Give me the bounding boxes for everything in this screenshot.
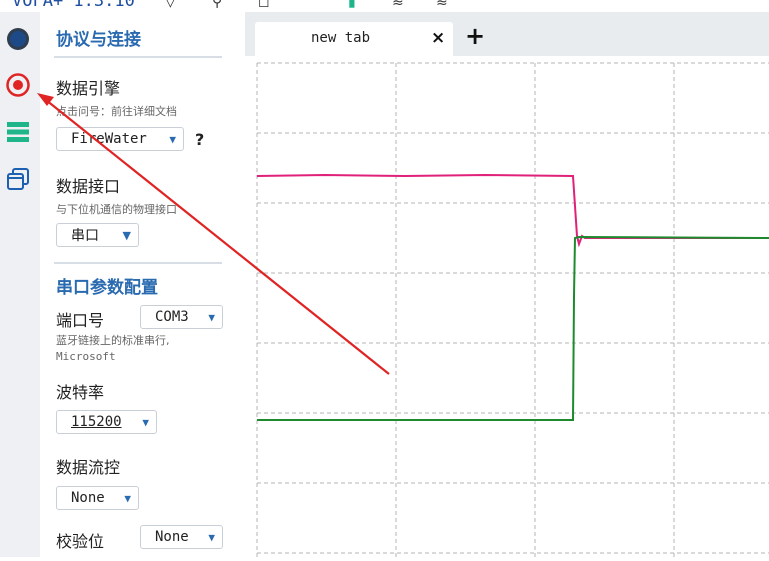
wrench-icon[interactable]: ⚲: [212, 0, 222, 10]
magenta-trace: [256, 173, 769, 248]
windows-button[interactable]: [3, 164, 33, 194]
engine-label: 数据引擎: [56, 79, 121, 98]
tab-bar: new tab × +: [245, 12, 769, 56]
add-tab-button[interactable]: +: [465, 24, 485, 48]
engine-select[interactable]: FireWater ▼: [56, 127, 184, 151]
flow-select[interactable]: None ▼: [56, 486, 139, 510]
list-icon: [7, 122, 29, 142]
divider: [54, 56, 222, 58]
engine-hint: 点击问号：前往详细文档: [56, 105, 177, 118]
waveform-canvas: [256, 62, 769, 557]
parity-select[interactable]: None ▼: [140, 525, 223, 549]
waveform-plot[interactable]: [245, 56, 769, 557]
chevron-down-icon: ▼: [122, 228, 131, 242]
tab-new-tab[interactable]: new tab ×: [255, 22, 453, 56]
hand-icon[interactable]: ≋: [392, 0, 404, 10]
chevron-down-icon: ▼: [142, 415, 149, 429]
chevron-down-icon: ▼: [169, 132, 176, 146]
plot-grid: [256, 62, 769, 557]
top-toolbar: VOFA+ 1.3.10 ▽ ⚲ ◻ ▮ ≋ ≋: [0, 0, 769, 12]
port-hint-device: Microsoft: [56, 350, 116, 363]
tab-label: new tab: [311, 30, 371, 46]
record-button[interactable]: [3, 70, 33, 100]
iface-hint: 与下位机通信的物理接口: [56, 203, 177, 216]
iface-label: 数据接口: [56, 177, 121, 196]
left-rail: [0, 12, 40, 557]
section-title-protocol: 协议与连接: [56, 30, 141, 50]
windows-icon: [7, 168, 29, 190]
signal-icon[interactable]: ≋: [436, 0, 448, 10]
port-select[interactable]: COM3 ▼: [140, 305, 223, 329]
settings-panel: 协议与连接 数据引擎 点击问号：前往详细文档 FireWater ▼ ? 数据接…: [40, 12, 245, 557]
iface-select[interactable]: 串口 ▼: [56, 223, 139, 247]
baud-select[interactable]: 115200 ▼: [56, 410, 157, 434]
chevron-down-icon: ▼: [208, 530, 215, 544]
plugin-icon[interactable]: ▮: [348, 0, 356, 10]
chevron-down-icon: ▼: [208, 310, 215, 324]
record-icon: [6, 73, 30, 97]
connect-icon: [7, 28, 29, 50]
flow-label: 数据流控: [56, 458, 121, 477]
data-list-button[interactable]: [3, 117, 33, 147]
green-trace: [257, 235, 769, 421]
window-icon[interactable]: ◻: [258, 0, 270, 10]
filter-icon[interactable]: ▽: [165, 0, 176, 10]
connect-button[interactable]: [3, 24, 33, 54]
section-title-serial: 串口参数配置: [56, 278, 158, 298]
chevron-down-icon: ▼: [124, 491, 131, 505]
help-link[interactable]: ?: [195, 130, 204, 149]
port-hint: 蓝牙链接上的标准串行,: [56, 334, 170, 347]
parity-label: 校验位: [56, 532, 105, 551]
close-icon[interactable]: ×: [431, 28, 445, 48]
divider: [54, 262, 222, 264]
baud-label: 波特率: [56, 383, 105, 402]
port-label: 端口号: [56, 311, 105, 330]
app-title: VOFA+ 1.3.10: [12, 0, 135, 11]
